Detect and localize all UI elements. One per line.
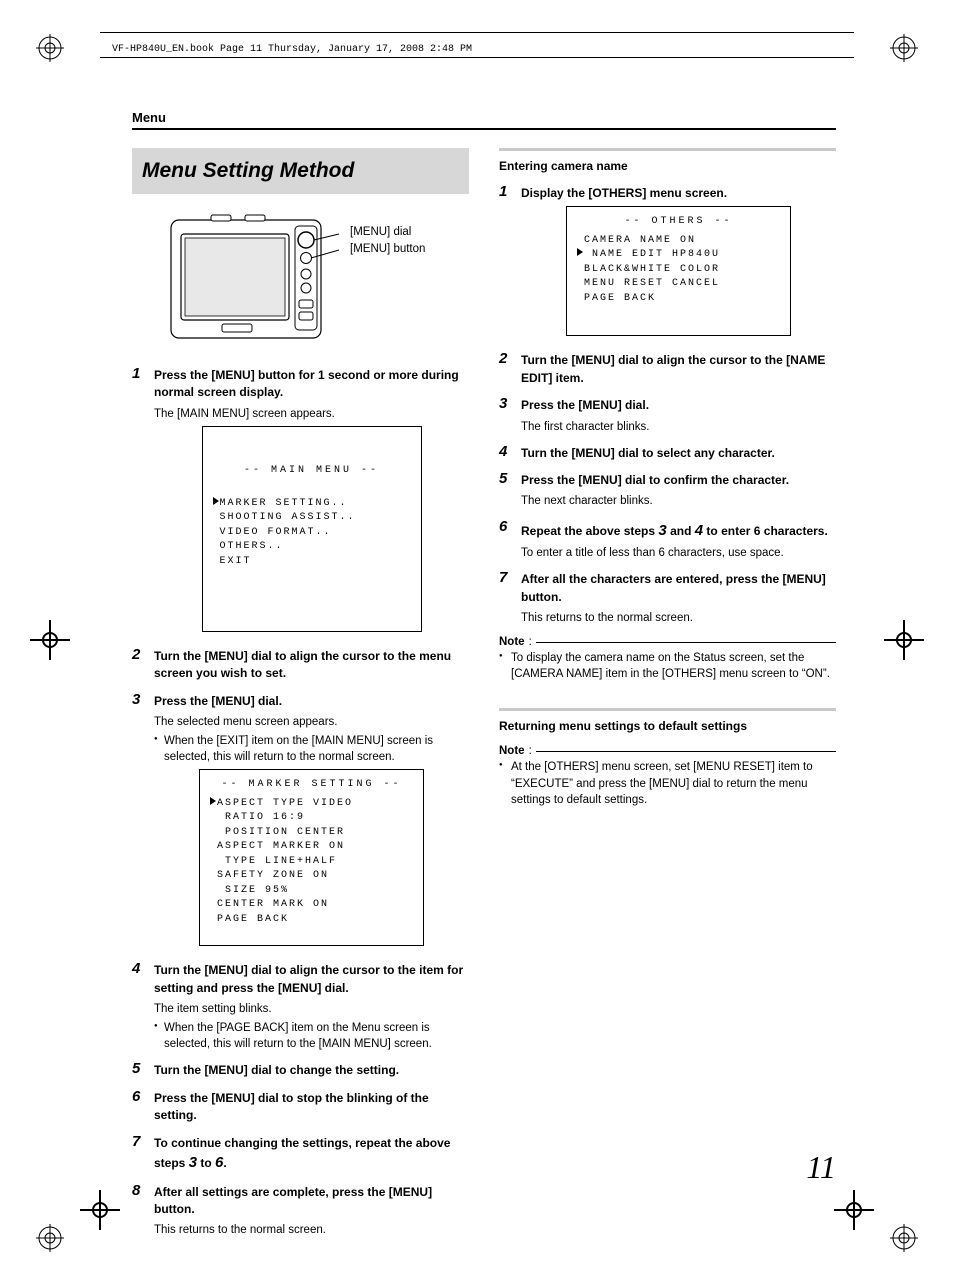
step-body: This returns to the normal screen. [521,610,836,626]
crop-mark-icon [36,1224,64,1252]
osd-title: -- MAIN MENU -- [213,464,411,479]
step-head: Turn the [MENU] dial to change the setti… [154,1062,469,1079]
step-1: Press the [MENU] button for 1 second or … [132,367,469,632]
step-head: Display the [OTHERS] menu screen. [521,185,836,202]
left-column: Menu Setting Method [132,148,469,1249]
crop-mark-icon [890,1224,918,1252]
step-head: Turn the [MENU] dial to align the cursor… [521,352,836,387]
step-5: Turn the [MENU] dial to change the setti… [132,1062,469,1079]
step-4: Turn the [MENU] dial to align the cursor… [132,962,469,1052]
doc-path: VF-HP840U_EN.book Page 11 Thursday, Janu… [112,44,472,55]
rstep-1: Display the [OTHERS] menu screen. -- OTH… [499,185,836,336]
step-head: After all the characters are entered, pr… [521,571,836,606]
rstep-3: Press the [MENU] dial. The first charact… [499,397,836,434]
step-body: The next character blinks. [521,493,836,509]
step-head: Press the [MENU] dial to stop the blinki… [154,1090,469,1125]
step-bullet: When the [PAGE BACK] item on the Menu sc… [154,1020,469,1052]
page-title: Menu Setting Method [142,159,354,183]
step-head: To continue changing the settings, repea… [154,1135,469,1174]
step-head: Turn the [MENU] dial to select any chara… [521,445,836,462]
rstep-5: Press the [MENU] dial to confirm the cha… [499,472,836,509]
title-block: Menu Setting Method [132,148,469,194]
step-3: Press the [MENU] dial. The selected menu… [132,693,469,947]
section-label: Menu [132,110,836,125]
subsection-rule [499,708,836,711]
section-rule [132,128,836,130]
note-body: At the [OTHERS] menu screen, set [MENU R… [499,759,836,807]
crop-cross-icon [80,1190,120,1230]
step-head: Press the [MENU] dial. [521,397,836,414]
step-6: Press the [MENU] dial to stop the blinki… [132,1090,469,1125]
page-content: Menu Menu Setting Method [132,110,836,1186]
step-head: Turn the [MENU] dial to align the cursor… [154,962,469,997]
step-head: Press the [MENU] button for 1 second or … [154,367,469,402]
step-head: Turn the [MENU] dial to align the cursor… [154,648,469,683]
subsection-rule [499,148,836,151]
step-body: The [MAIN MENU] screen appears. [154,406,469,422]
step-head: Press the [MENU] dial. [154,693,469,710]
step-body: The item setting blinks. [154,1001,469,1017]
left-steps: Press the [MENU] button for 1 second or … [132,367,469,1239]
step-body: The selected menu screen appears. [154,714,469,730]
step-body: The first character blinks. [521,419,836,435]
osd-others: -- OTHERS --CAMERA NAME ON NAME EDIT HP8… [566,206,791,336]
crop-cross-icon [834,1190,874,1230]
note-heading: Note: [499,745,836,757]
crop-mark-icon [890,34,918,62]
rstep-2: Turn the [MENU] dial to align the cursor… [499,352,836,387]
note-body: To display the camera name on the Status… [499,650,836,682]
osd-marker-setting: -- MARKER SETTING --ASPECT TYPE VIDEO RA… [199,769,424,946]
crop-mark-icon [36,34,64,62]
note-heading: Note: [499,636,836,648]
step-head: Repeat the above steps 3 and 4 to enter … [521,520,836,542]
crop-cross-icon [884,620,924,660]
step-head: Press the [MENU] dial to confirm the cha… [521,472,836,489]
osd-main-menu: -- MAIN MENU -- MARKER SETTING.. SHOOTIN… [202,426,422,632]
right-steps: Display the [OTHERS] menu screen. -- OTH… [499,185,836,626]
rstep-7: After all the characters are entered, pr… [499,571,836,626]
callout-menu-button: [MENU] button [350,241,425,258]
subsection-heading: Returning menu settings to default setti… [499,719,836,733]
crop-cross-icon [30,620,70,660]
rstep-6: Repeat the above steps 3 and 4 to enter … [499,520,836,562]
step-body: To enter a title of less than 6 characte… [521,545,836,561]
step-8: After all settings are complete, press t… [132,1184,469,1239]
step-2: Turn the [MENU] dial to align the cursor… [132,648,469,683]
callout-menu-dial: [MENU] dial [350,224,425,241]
subsection-heading: Entering camera name [499,159,836,173]
page-number: 11 [806,1149,836,1186]
right-column: Entering camera name Display the [OTHERS… [499,148,836,1249]
step-bullet: When the [EXIT] item on the [MAIN MENU] … [154,733,469,765]
step-body: This returns to the normal screen. [154,1222,469,1238]
rstep-4: Turn the [MENU] dial to select any chara… [499,445,836,462]
step-7: To continue changing the settings, repea… [132,1135,469,1174]
step-head: After all settings are complete, press t… [154,1184,469,1219]
device-illustration: [MENU] dial [MENU] button [167,212,469,347]
